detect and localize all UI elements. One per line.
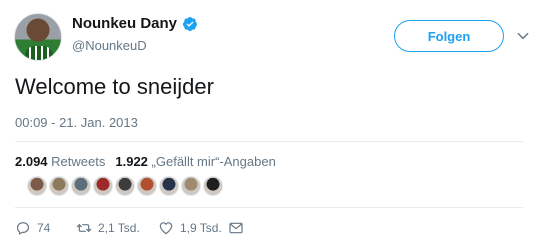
divider	[15, 141, 523, 142]
tweet-stats: 2.094 Retweets 1.922 „Gefällt mir“-Angab…	[15, 154, 276, 169]
follow-button[interactable]: Folgen	[394, 20, 504, 52]
tweet-timestamp[interactable]: 00:09 - 21. Jan. 2013	[15, 115, 138, 130]
display-name[interactable]: Nounkeu Dany	[72, 15, 177, 32]
display-name-row: Nounkeu Dany	[72, 15, 198, 32]
tweet-text: Welcome to sneijder	[15, 74, 214, 99]
verified-badge-icon	[183, 16, 198, 31]
liker-avatar[interactable]	[115, 176, 135, 196]
retweet-count: 2,1 Tsd.	[98, 221, 140, 235]
retweets-count: 2.094	[15, 154, 48, 169]
liker-avatar[interactable]	[159, 176, 179, 196]
retweet-button[interactable]: 2,1 Tsd.	[76, 220, 158, 236]
reply-icon	[16, 222, 30, 235]
retweets-stat[interactable]: 2.094 Retweets	[15, 154, 105, 169]
message-button[interactable]	[228, 220, 244, 236]
liker-avatars	[27, 176, 223, 196]
heart-icon	[159, 222, 173, 235]
likes-stat[interactable]: 1.922 „Gefällt mir“-Angaben	[115, 154, 275, 169]
user-name-block: Nounkeu Dany @NounkeuD	[72, 15, 198, 53]
liker-avatar[interactable]	[71, 176, 91, 196]
liker-avatar[interactable]	[137, 176, 157, 196]
likes-count: 1.922	[115, 154, 148, 169]
liker-avatar[interactable]	[181, 176, 201, 196]
likes-label: „Gefällt mir“-Angaben	[151, 154, 276, 169]
envelope-icon	[229, 222, 243, 234]
liker-avatar[interactable]	[49, 176, 69, 196]
user-avatar[interactable]	[14, 13, 62, 61]
divider	[15, 207, 523, 208]
like-button[interactable]: 1,9 Tsd.	[158, 220, 228, 236]
liker-avatar[interactable]	[203, 176, 223, 196]
reply-button[interactable]: 74	[15, 220, 76, 236]
chevron-down-icon[interactable]	[516, 29, 530, 43]
reply-count: 74	[37, 221, 51, 235]
liker-avatar[interactable]	[27, 176, 47, 196]
liker-avatar[interactable]	[93, 176, 113, 196]
tweet-actions: 74 2,1 Tsd. 1,9 Tsd.	[15, 220, 244, 236]
retweet-icon	[76, 224, 92, 232]
like-count: 1,9 Tsd.	[180, 221, 222, 235]
tweet-header: Nounkeu Dany @NounkeuD Folgen	[14, 12, 529, 61]
user-handle[interactable]: @NounkeuD	[72, 38, 198, 53]
retweets-label: Retweets	[51, 154, 106, 169]
